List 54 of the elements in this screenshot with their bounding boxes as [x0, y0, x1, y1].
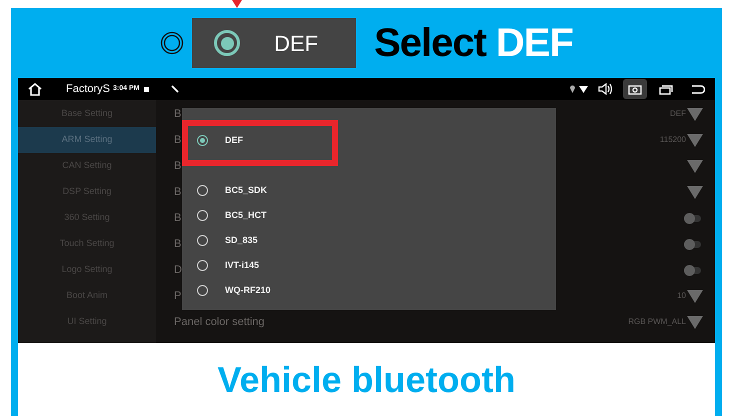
dropdown[interactable]: 10: [677, 290, 703, 302]
dropdown[interactable]: 115200: [660, 134, 703, 146]
dropdown-arrow-icon: [687, 160, 703, 172]
radio-button[interactable]: [197, 285, 208, 296]
radio-button[interactable]: [214, 30, 240, 56]
radio-button[interactable]: [197, 185, 208, 196]
instruction-highlight: DEF: [496, 20, 573, 67]
dropdown-arrow-icon: [687, 290, 703, 302]
dropdown[interactable]: RGB PWM_ALL: [628, 316, 703, 328]
option-label[interactable]: BC5_SDK: [225, 184, 268, 198]
notification-icon: [144, 86, 150, 92]
screenshot-button[interactable]: [623, 79, 647, 99]
option-label[interactable]: BC5_HCT: [225, 208, 267, 222]
dropdown[interactable]: [687, 160, 703, 172]
toggle-switch[interactable]: [684, 240, 701, 248]
dropdown-arrow-icon: [687, 186, 703, 198]
setting-label: B: [174, 210, 182, 226]
dropdown-arrow-icon: [687, 134, 703, 146]
double-circle-icon: [160, 31, 184, 55]
toggle-switch[interactable]: [684, 266, 701, 274]
location-icon: [570, 85, 575, 93]
setting-label: P: [174, 288, 182, 304]
recent-apps-icon[interactable]: [659, 84, 673, 94]
setting-label: B: [174, 158, 182, 174]
wifi-icon: [579, 86, 588, 92]
instruction-title: Select: [374, 20, 486, 67]
radio-button[interactable]: [197, 135, 208, 146]
camera-icon: [628, 84, 642, 94]
radio-button[interactable]: [197, 210, 208, 221]
option-label: DEF: [274, 30, 318, 58]
radio-button[interactable]: [197, 260, 208, 271]
pointer-arrow-icon: [232, 0, 242, 8]
dropdown-arrow-icon: [687, 108, 703, 120]
setting-label: B: [174, 236, 182, 252]
option-label[interactable]: SD_835: [225, 234, 258, 248]
option-label[interactable]: DEF: [225, 134, 243, 148]
back-icon[interactable]: [691, 84, 705, 94]
home-icon[interactable]: [28, 82, 42, 96]
app-title: FactoryS: [66, 82, 110, 97]
option-label[interactable]: WQ-RF210: [225, 284, 271, 298]
option-label[interactable]: IVT-i145: [225, 258, 260, 272]
setting-label: D: [174, 262, 182, 278]
setting-label: B: [174, 106, 182, 122]
setting-label: Panel color setting: [174, 314, 264, 330]
dropdown[interactable]: [687, 186, 703, 198]
radio-button[interactable]: [197, 235, 208, 246]
volume-icon[interactable]: [598, 83, 613, 95]
dropdown[interactable]: DEF: [670, 108, 703, 120]
sidebar-item[interactable]: ARM Setting: [18, 127, 156, 153]
dropdown-arrow-icon: [687, 316, 703, 328]
toggle-switch[interactable]: [684, 214, 701, 222]
caption: Vehicle bluetooth: [217, 358, 516, 402]
setting-label: B: [174, 184, 182, 200]
setting-label: B: [174, 132, 182, 148]
